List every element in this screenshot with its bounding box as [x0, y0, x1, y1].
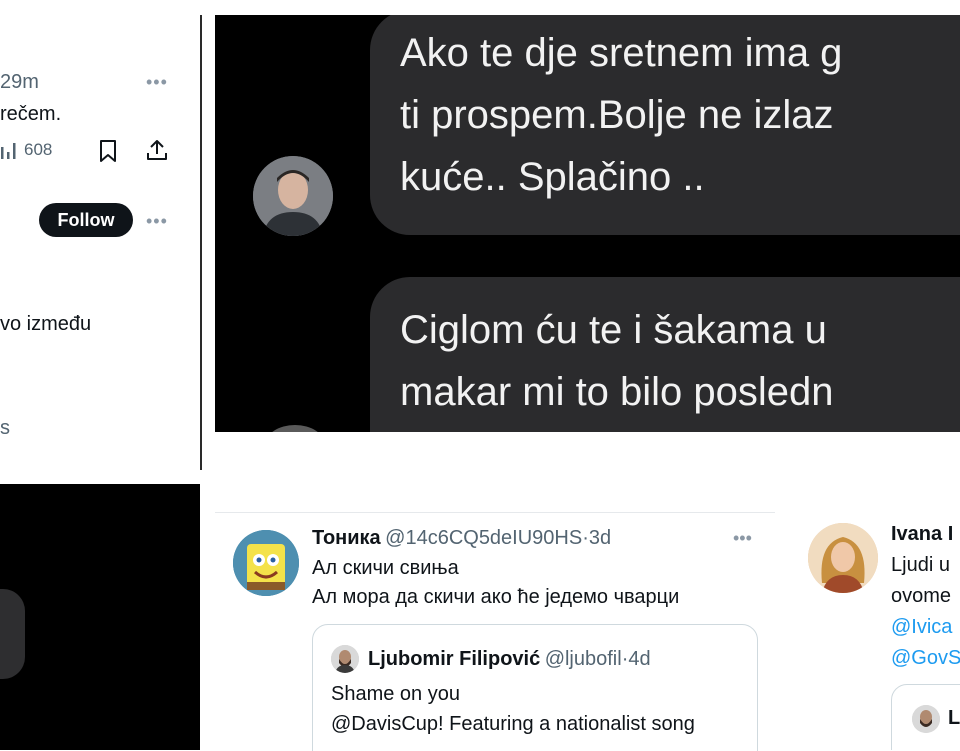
share-icon[interactable]	[145, 138, 169, 162]
tweet-time: 29m	[0, 71, 39, 93]
separator: ·	[582, 527, 589, 549]
message-line: makar mi to bilo posledn	[400, 370, 834, 414]
tweet-age[interactable]: 3d	[589, 527, 611, 549]
avatar[interactable]	[808, 523, 878, 593]
view-count: 608	[24, 140, 53, 159]
avatar	[265, 425, 325, 432]
message-line: ti prospem.Bolje ne izlaz	[400, 93, 834, 137]
person-photo-icon	[808, 523, 878, 593]
quote-text-line: Shame on you	[331, 683, 460, 705]
views-stat[interactable]: 608	[0, 137, 52, 163]
tweet-text-snippet: vo između	[0, 313, 92, 335]
avatar[interactable]	[233, 530, 299, 596]
message-line: Ako te dje sretnem ima g	[400, 31, 843, 75]
author-handle[interactable]: @14c6CQ5deIU90HS	[385, 527, 582, 549]
avatar	[331, 645, 359, 673]
more-options-icon[interactable]: •••	[146, 211, 168, 232]
person-photo-icon	[253, 156, 333, 236]
chat-bubble-fragment	[0, 589, 25, 679]
tweet-header: Тоника @14c6CQ5deIU90HS·3d	[312, 527, 611, 550]
quote-age: 4d	[628, 648, 651, 670]
quote-header: Ljubomir Filipović @ljubofil·4d	[368, 648, 651, 671]
chat-message-bubble: Ciglom ću te i šakama u makar mi to bilo…	[370, 277, 960, 432]
more-options-icon[interactable]: •••	[146, 72, 168, 93]
panel-divider	[200, 15, 202, 470]
tweet-crop-top-left: 29m ••• rečem. 608 Follow ••• vo između …	[0, 15, 200, 470]
quoted-tweet[interactable]: Ljubomir Filipović @ljubofil·4d Shame on…	[312, 624, 758, 751]
tweet-text-line: Ал скичи свиња	[312, 557, 459, 579]
dark-screenshot-crop	[0, 484, 200, 750]
follow-button[interactable]: Follow	[39, 203, 133, 237]
tweet-card: Ivana I Ljudi u ovome @Ivica @GovS L	[790, 512, 960, 750]
tweet-meta-fragment: s	[0, 417, 10, 439]
quote-author-handle: @ljubofil	[544, 648, 622, 670]
person-photo-icon	[331, 645, 359, 673]
mention-link[interactable]: @Ivica	[891, 616, 952, 639]
views-icon	[1, 143, 16, 159]
message-line: kuće.. Splačino ..	[400, 155, 705, 199]
more-options-icon[interactable]: •••	[733, 528, 752, 549]
avatar	[912, 705, 940, 733]
chat-message-bubble: Ako te dje sretnem ima g ti prospem.Bolj…	[370, 15, 960, 235]
chat-screenshot: Ako te dje sretnem ima g ti prospem.Bolj…	[215, 15, 960, 432]
tweet-text: rečem.	[0, 103, 62, 125]
author-name[interactable]: Тоника	[312, 527, 381, 549]
mention-link[interactable]: @GovS	[891, 647, 960, 670]
quote-author-name: L	[948, 707, 960, 729]
avatar	[253, 156, 333, 236]
tweet-text-line: Ал мора да скичи ако ће једемо чварци	[312, 586, 680, 608]
tweet-text-line: Ljudi u	[891, 554, 950, 576]
message-line: Ciglom ću te i šakama u	[400, 308, 827, 352]
author-name[interactable]: Ivana I	[891, 523, 953, 546]
person-photo-icon	[912, 705, 940, 733]
quote-text-line: @DavisCup! Featuring a nationalist song	[331, 713, 695, 735]
tweet-text-line: ovome	[891, 585, 952, 607]
tweet-card: Тоника @14c6CQ5deIU90HS·3d ••• Ал скичи …	[215, 512, 775, 751]
quoted-tweet[interactable]: L	[891, 684, 960, 750]
cartoon-avatar-icon	[233, 530, 299, 596]
bookmark-icon[interactable]	[98, 139, 118, 163]
quote-author-name: Ljubomir Filipović	[368, 648, 541, 670]
